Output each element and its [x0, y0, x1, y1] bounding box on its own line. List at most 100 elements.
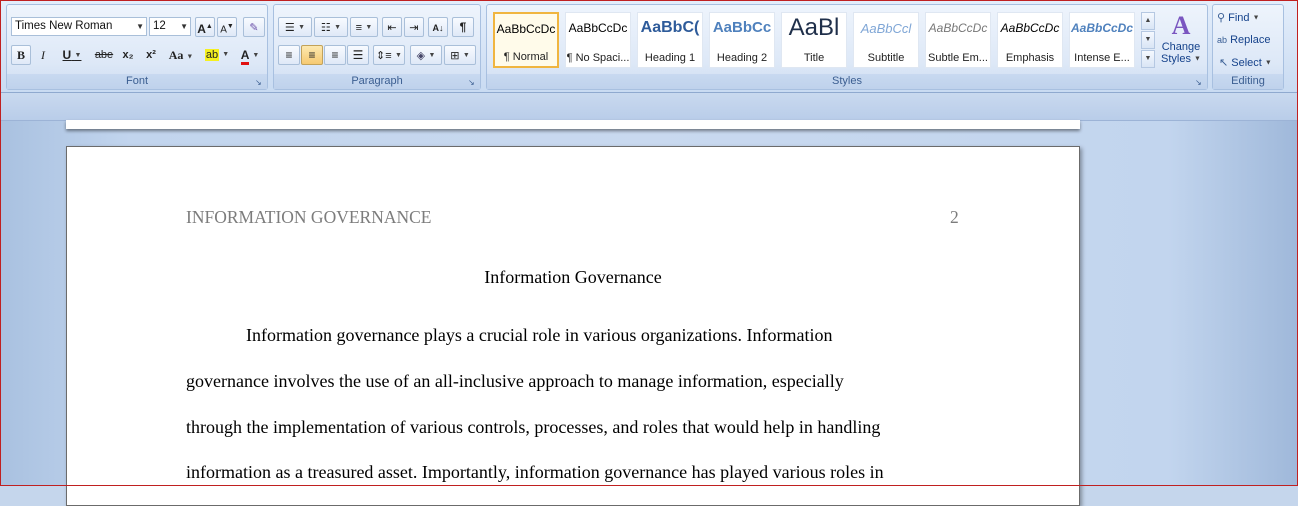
page-number: 2	[950, 207, 959, 227]
style-sample: AaBbCcDc	[496, 22, 556, 36]
style-sample: AaBbCcDc	[1000, 21, 1060, 35]
grow-font-icon: A	[197, 22, 206, 36]
font-color-icon: A	[240, 48, 249, 65]
pilcrow-icon: ¶	[459, 20, 467, 34]
style-tile-no-spacing[interactable]: AaBbCcDc ¶ No Spaci...	[565, 12, 631, 68]
style-tile-heading-1[interactable]: AaBbC( Heading 1	[637, 12, 703, 68]
highlight-button[interactable]: ab ▼	[201, 45, 233, 65]
style-name: Subtitle	[867, 52, 905, 64]
decrease-indent-icon: ⇤	[387, 22, 397, 34]
style-tile-emphasis[interactable]: AaBbCcDc Emphasis	[997, 12, 1063, 68]
body-line: Information governance plays a crucial r…	[246, 325, 833, 345]
decrease-indent-button[interactable]: ⇤	[382, 17, 402, 37]
justify-icon: ☰	[352, 48, 364, 62]
style-sample: AaBbCcDc	[928, 21, 988, 35]
style-sample: AaBbC(	[640, 19, 700, 36]
document-page[interactable]: INFORMATION GOVERNANCE 2 Information Gov…	[66, 146, 1080, 506]
style-sample: AaBbCcl	[860, 21, 912, 36]
clear-formatting-button[interactable]: ✎	[243, 17, 265, 37]
paragraph-dialog-launcher-icon[interactable]: ↘	[468, 78, 477, 87]
scroll-up-icon[interactable]: ▲	[1141, 12, 1155, 30]
increase-indent-button[interactable]: ⇥	[404, 17, 424, 37]
shrink-font-button[interactable]: A▼	[217, 17, 237, 37]
superscript-button[interactable]: x²	[141, 45, 161, 65]
style-tile-heading-2[interactable]: AaBbCc Heading 2	[709, 12, 775, 68]
change-styles-button[interactable]: A Change Styles ▼	[1157, 11, 1205, 73]
font-name-combo[interactable]: Times New Roman ▼	[11, 17, 147, 36]
styles-dialog-launcher-icon[interactable]: ↘	[1195, 78, 1204, 87]
paragraph-group-label: Paragraph	[274, 74, 480, 89]
chevron-down-icon: ▼	[136, 22, 144, 31]
font-color-button[interactable]: A ▼	[235, 45, 265, 65]
multilevel-list-icon: ≡	[355, 22, 363, 34]
change-styles-icon: A	[1171, 11, 1191, 40]
previous-page-edge	[66, 120, 1080, 129]
replace-icon: ab	[1217, 35, 1228, 45]
subscript-icon: x₂	[122, 49, 134, 61]
underline-button[interactable]: U ▼	[57, 45, 87, 65]
borders-button[interactable]: ⊞ ▼	[444, 45, 476, 65]
grow-font-button[interactable]: A▲	[195, 17, 215, 37]
numbering-button[interactable]: ☷ ▼	[314, 17, 348, 37]
style-tile-normal[interactable]: AaBbCcDc ¶ Normal	[493, 12, 559, 68]
scroll-down-icon[interactable]: ▼	[1141, 31, 1155, 49]
change-styles-label-1: Change	[1161, 41, 1201, 53]
shrink-font-icon: A	[220, 24, 227, 36]
strikethrough-button[interactable]: abe	[93, 45, 115, 65]
styles-gallery-scroll: ▲ ▼ ▼	[1141, 12, 1155, 68]
italic-icon: I	[41, 48, 45, 62]
style-name: Emphasis	[1005, 52, 1055, 64]
body-line: information as a treasured asset. Import…	[186, 462, 884, 482]
find-button[interactable]: ⚲ Find ▼	[1217, 11, 1260, 24]
underline-icon: U	[62, 48, 72, 62]
chevron-down-icon: ▼	[180, 22, 188, 31]
style-sample: AaBbCcDc	[1070, 21, 1133, 35]
replace-label: Replace	[1230, 34, 1271, 46]
show-formatting-button[interactable]: ¶	[452, 17, 474, 37]
document-area: INFORMATION GOVERNANCE 2 Information Gov…	[0, 93, 1298, 506]
font-size-value: 12	[153, 20, 166, 32]
cursor-arrow-icon: ↖	[1219, 57, 1229, 69]
align-left-button[interactable]: ≡	[278, 45, 300, 65]
select-label: Select	[1231, 57, 1262, 69]
shading-button[interactable]: ◈ ▼	[410, 45, 442, 65]
line-spacing-button[interactable]: ⇕≡ ▼	[373, 45, 405, 65]
style-name: Heading 1	[644, 52, 696, 64]
change-styles-label-2: Styles	[1161, 53, 1191, 65]
body-line: governance involves the use of an all-in…	[186, 371, 844, 391]
gallery-more-icon[interactable]: ▼	[1141, 50, 1155, 68]
paint-bucket-icon: ◈	[416, 50, 426, 62]
style-tile-subtitle[interactable]: AaBbCcl Subtitle	[853, 12, 919, 68]
style-name: Title	[803, 52, 825, 64]
font-size-combo[interactable]: 12 ▼	[149, 17, 191, 36]
style-tile-subtle-emphasis[interactable]: AaBbCcDc Subtle Em...	[925, 12, 991, 68]
ribbon: Times New Roman ▼ 12 ▼ A▲ A▼ ✎ B I U ▼ a…	[0, 0, 1298, 93]
bold-button[interactable]: B	[11, 45, 31, 65]
styles-group-label: Styles	[487, 74, 1207, 89]
styles-gallery: AaBbCcDc ¶ Normal AaBbCcDc ¶ No Spaci...…	[493, 12, 1139, 68]
multilevel-list-button[interactable]: ≡ ▼	[350, 17, 378, 37]
font-dialog-launcher-icon[interactable]: ↘	[255, 78, 264, 87]
font-group-label: Font	[7, 74, 267, 89]
highlighter-icon: ab	[204, 49, 220, 61]
bullets-button[interactable]: ☰ ▼	[278, 17, 312, 37]
document-title: Information Governance	[484, 267, 662, 287]
align-right-icon: ≡	[331, 48, 339, 62]
eraser-icon: ✎	[249, 22, 259, 34]
subscript-button[interactable]: x₂	[118, 45, 138, 65]
style-name: Heading 2	[716, 52, 768, 64]
align-center-button[interactable]: ≡	[301, 45, 323, 65]
replace-button[interactable]: ab Replace	[1217, 34, 1270, 46]
style-tile-title[interactable]: AaBl Title	[781, 12, 847, 68]
italic-button[interactable]: I	[33, 45, 53, 65]
sort-button[interactable]: A↓	[428, 17, 448, 37]
editing-group: ⚲ Find ▼ ab Replace ↖ Select ▼ Editing	[1212, 4, 1284, 90]
style-tile-intense-emphasis[interactable]: AaBbCcDc Intense E...	[1069, 12, 1135, 68]
align-right-button[interactable]: ≡	[324, 45, 346, 65]
change-case-button[interactable]: Aa ▼	[165, 45, 197, 65]
bold-icon: B	[16, 48, 25, 62]
justify-button[interactable]: ☰	[347, 45, 369, 65]
borders-icon: ⊞	[450, 50, 460, 62]
select-button[interactable]: ↖ Select ▼	[1219, 56, 1272, 69]
align-center-icon: ≡	[308, 48, 316, 62]
